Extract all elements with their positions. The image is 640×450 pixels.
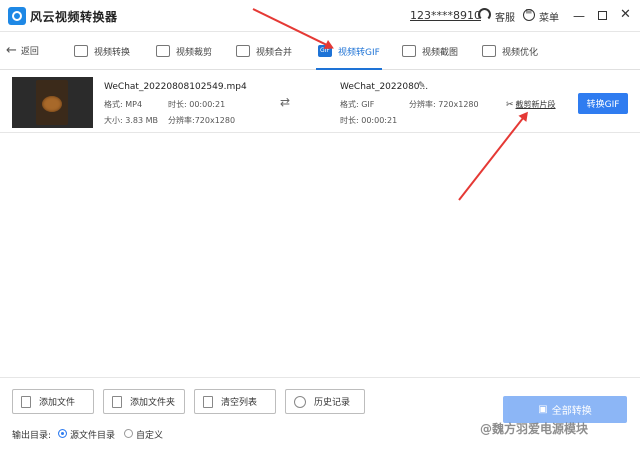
source-dir-label: 源文件目录 — [70, 431, 116, 441]
video-convert-icon — [74, 45, 88, 57]
source-resolution: 分辨率:720x1280 — [168, 116, 236, 125]
custom-dir-label: 自定义 — [136, 431, 164, 441]
clear-list-label: 清空列表 — [221, 398, 258, 408]
history-button[interactable]: 历史记录 — [285, 389, 365, 414]
file-list-item[interactable]: WeChat_20220808102549.mp4 格式: MP4 时长: 00… — [0, 71, 640, 133]
output-format: 格式: GIF — [340, 100, 375, 109]
app-logo-icon — [8, 7, 26, 25]
feature-tabs: ← 返回 视频转换 视频裁剪 视频合并 GIF 视频转GIF 视频截图 视频优化 — [0, 32, 640, 70]
convert-gif-button[interactable]: 转换GIF — [578, 93, 628, 114]
minimize-button[interactable]: — — [573, 9, 585, 23]
history-label: 历史记录 — [314, 398, 351, 408]
back-arrow-icon: ← — [6, 42, 17, 58]
maximize-button[interactable] — [598, 11, 607, 20]
tab-label: 视频截图 — [422, 47, 459, 58]
add-file-button[interactable]: 添加文件 — [12, 389, 94, 414]
menu-button[interactable]: 菜单 — [539, 9, 559, 24]
video-thumbnail — [12, 77, 93, 128]
customer-service-button[interactable]: 客服 — [495, 9, 515, 24]
user-account-link[interactable]: 123****8910 — [410, 9, 481, 22]
optimize-icon — [482, 45, 496, 57]
title-bar: 风云视频转换器 123****8910 客服 菜单 — ✕ — [0, 0, 640, 32]
convert-all-label: 全部转换 — [551, 406, 592, 417]
screenshot-icon — [402, 45, 416, 57]
add-file-icon — [21, 395, 31, 408]
tab-label: 视频优化 — [502, 47, 539, 58]
headset-icon[interactable] — [478, 8, 491, 21]
tab-video-crop[interactable]: 视频裁剪 — [156, 32, 212, 70]
output-resolution: 分辨率: 720x1280 — [409, 100, 479, 109]
back-button[interactable]: ← 返回 — [6, 42, 39, 58]
tab-label: 视频裁剪 — [176, 47, 213, 58]
bottom-toolbar: 添加文件 添加文件夹 清空列表 历史记录 输出目录: 源文件目录 自定义 ▣ 全… — [0, 377, 640, 450]
tab-video-merge[interactable]: 视频合并 — [236, 32, 292, 70]
watermark-text: @魏方羽爱电源模块 — [480, 422, 589, 436]
add-folder-button[interactable]: 添加文件夹 — [103, 389, 185, 414]
tab-label: 视频转GIF — [338, 47, 380, 58]
back-label: 返回 — [20, 47, 39, 57]
cut-new-clip-button[interactable]: ✂ 截剪新片段 — [506, 99, 556, 110]
cut-new-clip-label: 截剪新片段 — [515, 100, 556, 109]
convert-all-button[interactable]: ▣ 全部转换 — [503, 396, 627, 423]
tab-video-optimize[interactable]: 视频优化 — [482, 32, 538, 70]
shuffle-icon: ⇄ — [280, 95, 291, 109]
video-crop-icon — [156, 45, 170, 57]
clock-icon — [294, 395, 306, 408]
source-size: 大小: 3.83 MB — [104, 116, 158, 125]
menu-icon[interactable] — [523, 7, 535, 21]
tab-label: 视频转换 — [94, 47, 131, 58]
add-folder-label: 添加文件夹 — [130, 398, 176, 408]
source-dir-radio[interactable] — [58, 429, 67, 438]
source-format: 格式: MP4 — [104, 100, 143, 109]
output-dir-label: 输出目录: — [12, 431, 52, 441]
app-title: 风云视频转换器 — [30, 10, 118, 24]
add-folder-icon — [112, 395, 122, 408]
source-file-name: WeChat_20220808102549.mp4 — [104, 82, 247, 92]
clear-list-button[interactable]: 清空列表 — [194, 389, 276, 414]
tab-video-convert[interactable]: 视频转换 — [74, 32, 130, 70]
thumbnail-image — [42, 96, 62, 112]
trash-icon — [203, 395, 213, 408]
scissors-icon: ✂ — [506, 99, 514, 110]
output-duration: 时长: 00:00:21 — [340, 116, 398, 125]
convert-all-icon: ▣ — [538, 404, 548, 415]
thumbnail-frame — [36, 80, 68, 125]
source-duration: 时长: 00:00:21 — [168, 100, 226, 109]
close-button[interactable]: ✕ — [620, 7, 631, 22]
custom-dir-radio[interactable] — [124, 429, 133, 438]
output-file-name[interactable]: WeChat_2022080... — [340, 82, 428, 92]
add-file-label: 添加文件 — [39, 398, 76, 408]
video-merge-icon — [236, 45, 250, 57]
tab-video-screenshot[interactable]: 视频截图 — [402, 32, 458, 70]
edit-icon[interactable]: ✎ — [418, 81, 426, 91]
tab-label: 视频合并 — [256, 47, 293, 58]
